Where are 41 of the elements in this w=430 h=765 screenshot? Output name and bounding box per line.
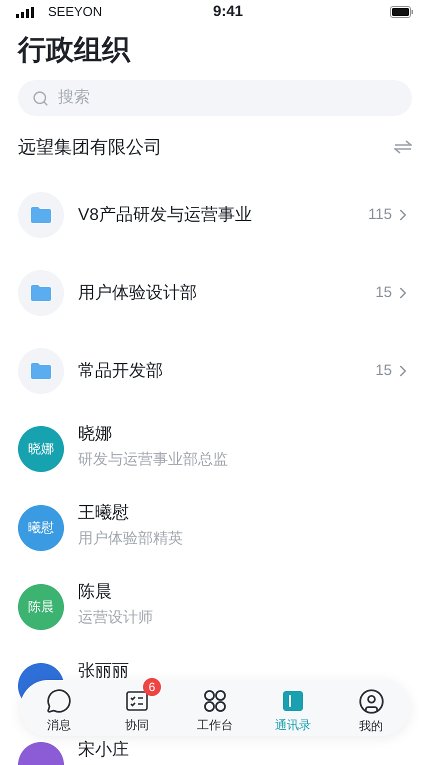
checklist-icon: [124, 688, 150, 714]
person-name: 王曦慰: [78, 502, 130, 524]
job-title: 运营设计师: [78, 608, 153, 628]
member-count: 115: [368, 204, 392, 225]
notification-badge: 6: [143, 678, 161, 696]
folder-icon: [18, 192, 64, 238]
person-name: 张丽丽: [78, 660, 129, 682]
search-icon: [32, 90, 49, 107]
job-title: 研发与运营事业部总监: [78, 450, 228, 470]
person-name: 晓娜: [78, 423, 113, 445]
chat-bubble-icon: [46, 688, 72, 714]
member-count: 15: [375, 360, 392, 381]
tab-item[interactable]: 工作台: [183, 682, 247, 734]
avatar-initials: 晓娜: [28, 440, 54, 458]
signal-icon: [16, 6, 36, 18]
department-row[interactable]: V8产品研发与运营事业 115: [0, 176, 430, 254]
avatar-initials: 陈晨: [28, 598, 54, 616]
clock-time: 9:41: [212, 2, 244, 22]
person-name: 陈晨: [78, 581, 113, 603]
job-title: 用户体验部精英: [78, 529, 183, 549]
tab-item[interactable]: 消息: [27, 682, 91, 734]
folder-icon: [18, 348, 64, 394]
department-name: 用户体验设计部: [78, 282, 198, 304]
organization-name: 远望集团有限公司: [18, 136, 162, 158]
user-icon: [358, 688, 384, 714]
four-circles-icon: [202, 688, 228, 714]
folder-icon: [18, 270, 64, 316]
department-name: 常品开发部: [78, 360, 164, 382]
search-field[interactable]: 搜索: [18, 80, 412, 116]
department-row[interactable]: 常品开发部 15: [0, 332, 430, 410]
department-row[interactable]: 用户体验设计部 15: [0, 254, 430, 332]
switch-arrows-icon[interactable]: [394, 140, 412, 154]
address-book-icon: [280, 688, 306, 714]
avatar-initials: 曦慰: [28, 519, 54, 538]
battery-icon: [390, 6, 414, 18]
tab-item[interactable]: 我的: [339, 682, 403, 734]
page-title: 行政组织: [16, 33, 132, 67]
person-name: 宋小庄: [78, 739, 129, 761]
carrier-name: SEEYON: [48, 3, 102, 22]
member-count: 15: [375, 282, 392, 303]
department-name: V8产品研发与运营事业: [78, 204, 253, 226]
